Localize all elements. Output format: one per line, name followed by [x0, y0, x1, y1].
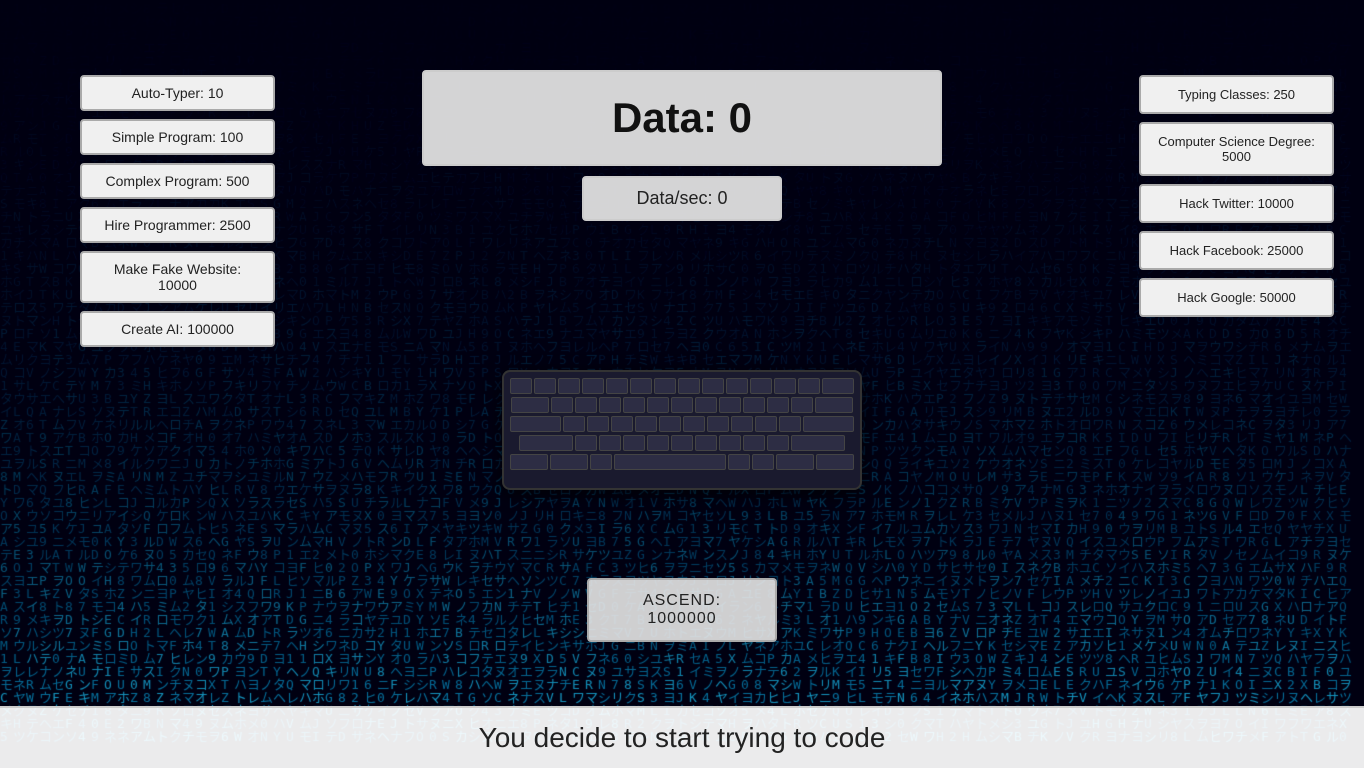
data-display: Data: 0 — [422, 70, 942, 166]
key — [731, 416, 753, 432]
hack-google-button[interactable]: Hack Google: 50000 — [1139, 278, 1334, 317]
create-ai-button[interactable]: Create AI: 100000 — [80, 311, 275, 347]
right-panel: Typing Classes: 250 Computer Science Deg… — [1139, 75, 1334, 317]
key — [774, 378, 796, 394]
bottom-message-bar: You decide to start trying to code — [0, 706, 1364, 768]
key — [755, 416, 777, 432]
cs-degree-button[interactable]: Computer Science Degree: 5000 — [1139, 122, 1334, 176]
key — [575, 435, 597, 451]
data-sec-display: Data/sec: 0 — [582, 176, 782, 221]
hack-twitter-button[interactable]: Hack Twitter: 10000 — [1139, 184, 1334, 223]
key — [750, 378, 772, 394]
key — [707, 416, 729, 432]
key — [671, 397, 693, 413]
key — [550, 454, 588, 470]
key — [510, 454, 548, 470]
simple-program-button[interactable]: Simple Program: 100 — [80, 119, 275, 155]
bottom-message-text: You decide to start trying to code — [479, 722, 886, 753]
make-fake-website-button[interactable]: Make Fake Website: 10000 — [80, 251, 275, 303]
key — [599, 397, 621, 413]
key — [534, 378, 556, 394]
key — [510, 416, 561, 432]
keyboard-image — [502, 370, 862, 490]
key — [611, 416, 633, 432]
keyboard — [502, 370, 862, 490]
key — [776, 454, 814, 470]
key — [683, 416, 705, 432]
key — [510, 378, 532, 394]
key — [671, 435, 693, 451]
key — [551, 397, 573, 413]
key — [695, 397, 717, 413]
key — [623, 397, 645, 413]
key — [623, 435, 645, 451]
center-panel: Data: 0 Data/sec: 0 — [422, 70, 942, 221]
key — [511, 397, 549, 413]
auto-typer-button[interactable]: Auto-Typer: 10 — [80, 75, 275, 111]
ascend-button[interactable]: ASCEND: 1000000 — [587, 578, 777, 642]
key — [822, 378, 854, 394]
key — [798, 378, 820, 394]
key — [647, 435, 669, 451]
key — [816, 454, 854, 470]
key — [582, 378, 604, 394]
key — [647, 397, 669, 413]
key — [726, 378, 748, 394]
spacebar-key — [614, 454, 726, 470]
key — [587, 416, 609, 432]
key — [767, 435, 789, 451]
complex-program-button[interactable]: Complex Program: 500 — [80, 163, 275, 199]
key — [519, 435, 573, 451]
key — [815, 397, 853, 413]
key — [752, 454, 774, 470]
key — [590, 454, 612, 470]
hack-facebook-button[interactable]: Hack Facebook: 25000 — [1139, 231, 1334, 270]
left-panel: Auto-Typer: 10 Simple Program: 100 Compl… — [80, 75, 275, 347]
key — [575, 397, 597, 413]
key — [606, 378, 628, 394]
key — [719, 397, 741, 413]
key — [678, 378, 700, 394]
key — [563, 416, 585, 432]
key — [659, 416, 681, 432]
key — [599, 435, 621, 451]
key — [654, 378, 676, 394]
key — [779, 416, 801, 432]
key — [743, 435, 765, 451]
key — [791, 435, 845, 451]
key — [767, 397, 789, 413]
key — [791, 397, 813, 413]
typing-classes-button[interactable]: Typing Classes: 250 — [1139, 75, 1334, 114]
key — [635, 416, 657, 432]
key — [558, 378, 580, 394]
key — [803, 416, 854, 432]
key — [743, 397, 765, 413]
key — [719, 435, 741, 451]
key — [630, 378, 652, 394]
hire-programmer-button[interactable]: Hire Programmer: 2500 — [80, 207, 275, 243]
key — [728, 454, 750, 470]
key — [695, 435, 717, 451]
key — [702, 378, 724, 394]
